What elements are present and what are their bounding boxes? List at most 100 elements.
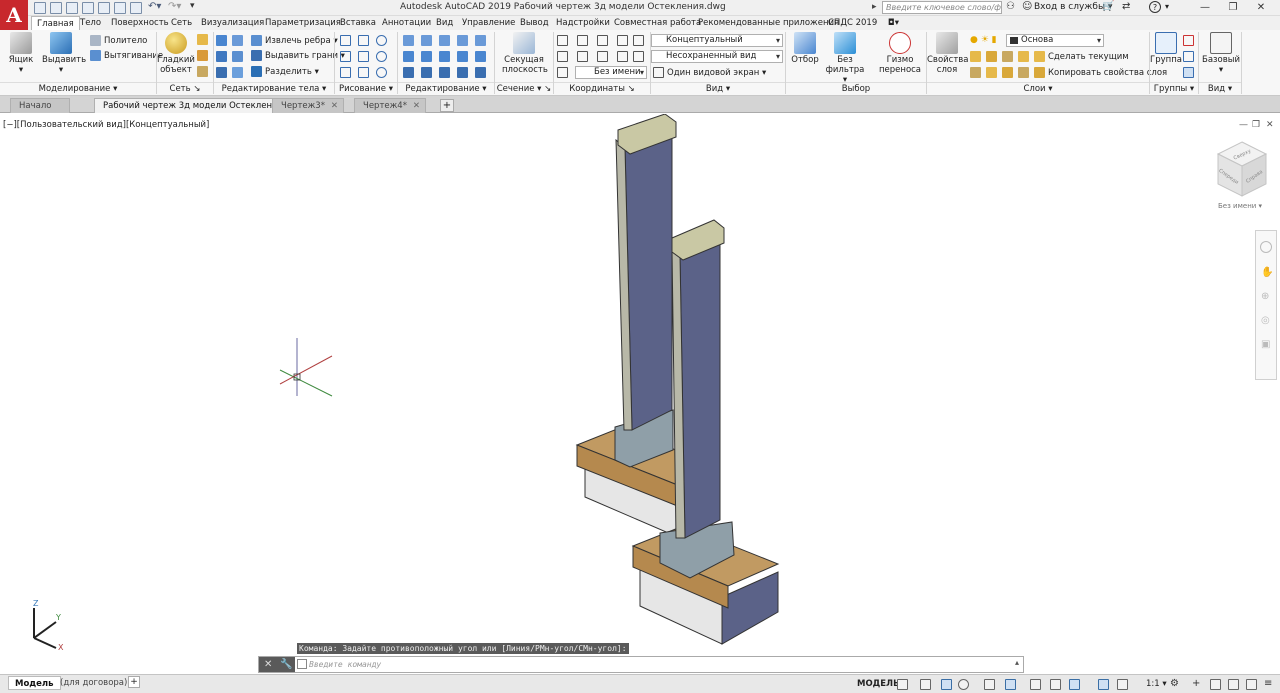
solid-edit-panel-title[interactable]: Редактирование тела ▾: [214, 82, 334, 95]
web-mobile-icon[interactable]: [98, 2, 110, 14]
gizmo-button[interactable]: Гизмо переноса: [878, 32, 922, 75]
add-icon[interactable]: +: [1192, 678, 1200, 689]
layer-thaw-icon[interactable]: [1018, 67, 1029, 78]
ucs-named-dropdown[interactable]: Без имени: [575, 66, 647, 79]
close-button[interactable]: ✕: [1250, 1, 1272, 14]
minimize-button[interactable]: —: [1194, 1, 1216, 14]
mesh-smooth-more-icon[interactable]: [197, 34, 208, 45]
doc-tab-drawing3[interactable]: Чертеж3* ✕: [272, 98, 344, 113]
ucs-icon[interactable]: [557, 35, 568, 46]
transparency-icon[interactable]: [1050, 679, 1061, 690]
ucs-object-icon[interactable]: [557, 51, 568, 62]
culling-button[interactable]: Отбор: [786, 32, 824, 65]
doc-tab-start[interactable]: Начало: [10, 98, 71, 113]
exchange-icon[interactable]: ⇄: [1122, 1, 1130, 12]
save-as-icon[interactable]: [82, 2, 94, 14]
layout-tab-model[interactable]: Модель: [8, 676, 61, 690]
tab-addins[interactable]: Надстройки: [556, 16, 610, 30]
slice-icon[interactable]: [216, 67, 227, 78]
annotation-visibility-icon[interactable]: [1098, 679, 1109, 690]
viewport-close-icon[interactable]: ✕: [1266, 120, 1274, 130]
mesh-refine-icon[interactable]: [197, 66, 208, 77]
sign-in-link[interactable]: Вход в службы ▾: [1034, 2, 1112, 12]
extract-edges-button[interactable]: Извлечь ребра ▾: [251, 34, 338, 48]
mirror-icon[interactable]: [439, 51, 450, 62]
viewport-controls-label[interactable]: [−][Пользовательский вид][Концептуальный…: [3, 120, 209, 130]
orbit-icon[interactable]: ◎: [1261, 315, 1270, 326]
doc-tab-drawing4[interactable]: Чертеж4* ✕: [354, 98, 426, 113]
command-expand-icon[interactable]: ▴: [1015, 658, 1019, 667]
tab-mesh[interactable]: Сеть: [171, 16, 192, 30]
align-icon[interactable]: [403, 67, 414, 78]
group-button[interactable]: Группа: [1150, 32, 1182, 65]
mesh-smooth-less-icon[interactable]: [197, 50, 208, 61]
layer-properties-button[interactable]: Свойства слоя: [927, 32, 969, 75]
match-layer-button[interactable]: Копировать свойства слоя: [1034, 66, 1167, 80]
tab-output[interactable]: Вывод: [520, 16, 549, 30]
tab-manage[interactable]: Управление: [462, 16, 515, 30]
search-input[interactable]: Введите ключевое слово/фразу: [882, 1, 1002, 14]
ribbon-toggle-icon[interactable]: ◘▾: [888, 16, 899, 30]
new-tab-button[interactable]: +: [440, 99, 454, 112]
annotation-scale[interactable]: 1:1 ▾: [1146, 679, 1167, 689]
close-tab-icon[interactable]: ✕: [413, 99, 420, 113]
arc-icon[interactable]: [376, 35, 387, 46]
view-panel-title[interactable]: Вид ▾: [651, 82, 785, 95]
tab-parametric[interactable]: Параметризация: [265, 16, 341, 30]
layers-panel-title[interactable]: Слои ▾: [927, 82, 1149, 95]
union-icon[interactable]: [216, 35, 227, 46]
viewport-config-button[interactable]: Один видовой экран ▾: [653, 66, 766, 80]
polysolid-button[interactable]: Политело: [90, 34, 147, 48]
fillet-icon[interactable]: [457, 51, 468, 62]
customize-command-icon[interactable]: 🔧: [280, 657, 292, 672]
customization-menu-icon[interactable]: ≡: [1264, 678, 1272, 689]
glazing-3d-model[interactable]: [560, 114, 800, 654]
tab-solid[interactable]: Тело: [80, 16, 101, 30]
help-icon[interactable]: ?: [1149, 1, 1161, 13]
base-view-button[interactable]: Базовый ▾: [1202, 32, 1240, 75]
trim-icon[interactable]: [439, 35, 450, 46]
tab-collaborate[interactable]: Совместная работа: [614, 16, 701, 30]
smooth-object-button[interactable]: Гладкий объект: [157, 32, 195, 75]
search-arrow-icon[interactable]: ▸: [872, 2, 877, 12]
layout-tab-contract[interactable]: (для договора): [54, 676, 133, 690]
help-dropdown-icon[interactable]: ▾: [1165, 2, 1169, 11]
workspace-gear-icon[interactable]: ⚙: [1170, 678, 1179, 689]
array-icon[interactable]: [421, 67, 432, 78]
ucs-zaxis-icon[interactable]: [617, 35, 628, 46]
binoculars-icon[interactable]: ⚇: [1006, 1, 1015, 12]
ellipse-icon[interactable]: [376, 67, 387, 78]
autoscale-icon[interactable]: [1117, 679, 1128, 690]
command-input[interactable]: Введите команду: [309, 657, 381, 672]
presspull-button[interactable]: Вытягивание: [90, 49, 163, 63]
osnap-tracking-icon[interactable]: [984, 679, 995, 690]
make-current-button[interactable]: Сделать текущим: [1034, 50, 1129, 64]
viewcube[interactable]: Сверху Спереди Справа: [1216, 140, 1268, 200]
tab-insert[interactable]: Вставка: [340, 16, 376, 30]
group-edit-icon[interactable]: [1183, 51, 1194, 62]
modify-panel-title[interactable]: Редактирование ▾: [398, 82, 494, 95]
plot-icon[interactable]: [114, 2, 126, 14]
scale-icon[interactable]: [457, 67, 468, 78]
viewport-minimize-icon[interactable]: —: [1239, 120, 1248, 130]
visual-style-dropdown[interactable]: Концептуальный: [651, 34, 783, 47]
application-menu-button[interactable]: A: [0, 0, 28, 30]
ortho-icon[interactable]: [941, 679, 952, 690]
offset-icon[interactable]: [475, 51, 486, 62]
named-view-dropdown[interactable]: Несохраненный вид: [651, 50, 783, 63]
clean-screen-icon[interactable]: [1246, 679, 1257, 690]
grid-icon[interactable]: [897, 679, 908, 690]
ucs-view-icon[interactable]: [633, 35, 644, 46]
redo-icon[interactable]: ↷▾: [168, 1, 181, 12]
customize-qat-icon[interactable]: ▾: [190, 1, 195, 11]
mesh-panel-title[interactable]: Сеть ↘: [157, 82, 213, 95]
interfere-icon[interactable]: [232, 51, 243, 62]
open-file-icon[interactable]: [50, 2, 62, 14]
intersect-icon[interactable]: [216, 51, 227, 62]
erase-icon[interactable]: [457, 35, 468, 46]
stretch-icon[interactable]: [439, 67, 450, 78]
polygon-icon[interactable]: [340, 67, 351, 78]
layer-dropdown[interactable]: Основа: [1006, 34, 1104, 47]
ucs-y-icon[interactable]: [633, 51, 644, 62]
viewport-restore-icon[interactable]: ❐: [1252, 120, 1260, 130]
